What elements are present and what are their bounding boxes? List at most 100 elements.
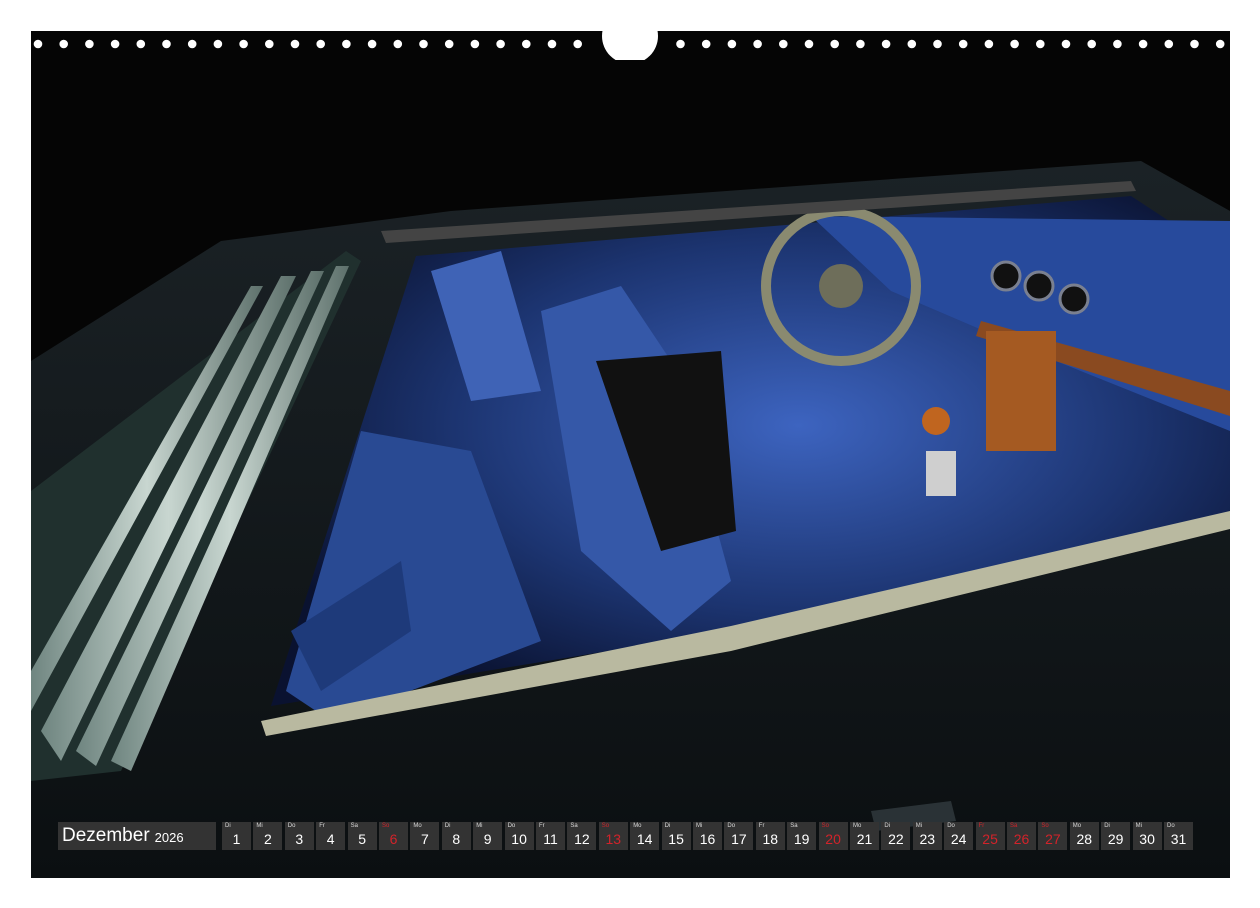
- day-cell: Di 22: [881, 822, 911, 850]
- weekday-label: Do: [947, 823, 955, 829]
- day-cell: Do 31: [1164, 822, 1193, 850]
- weekday-label: Fr: [539, 823, 545, 829]
- day-number: 29: [1107, 831, 1124, 847]
- day-cell: Sa 19: [787, 822, 817, 850]
- car-interior-photo: [31, 31, 1230, 878]
- weekday-label: Mo: [413, 823, 422, 829]
- day-number: 26: [1013, 831, 1030, 847]
- binding-hole: [753, 39, 762, 49]
- binding-hole: [1164, 39, 1174, 49]
- day-cell: Mo 28: [1069, 822, 1099, 850]
- day-cell: Mo 21: [850, 822, 879, 850]
- binding-hole: [547, 39, 557, 49]
- day-cell: Fr 25: [975, 822, 1005, 850]
- day-number: 22: [888, 831, 904, 847]
- day-number: 30: [1139, 831, 1155, 847]
- day-number: 1: [232, 831, 241, 847]
- weekday-label: Fr: [319, 823, 325, 829]
- year: 2026: [154, 830, 184, 845]
- day-number: 11: [543, 831, 558, 847]
- binding-hole: [239, 39, 248, 49]
- weekday-label: Sa: [570, 823, 578, 829]
- day-number: 25: [982, 831, 998, 847]
- weekday-label: Do: [507, 823, 516, 829]
- day-cell: Fr 11: [536, 822, 565, 850]
- day-cell: Mo 7: [410, 822, 440, 850]
- day-cell: Mi 23: [912, 822, 942, 850]
- binding-hole: [701, 39, 711, 49]
- binding-hole: [984, 39, 994, 49]
- binding-hole: [1190, 39, 1199, 49]
- day-cell: Fr 4: [316, 822, 346, 850]
- binding-hole: [1010, 39, 1019, 49]
- day-number: 17: [731, 831, 747, 847]
- day-number: 13: [605, 831, 622, 847]
- weekday-label: Sa: [350, 823, 358, 829]
- binding-hole: [1087, 39, 1096, 49]
- month-name: Dezember: [62, 825, 150, 846]
- weekday-label: Mo: [853, 823, 862, 829]
- day-cell: Sa 5: [347, 822, 377, 850]
- day-cell: Mo 14: [630, 822, 660, 850]
- day-number: 15: [668, 831, 684, 847]
- binding-hole: [1036, 39, 1045, 49]
- weekday-label: Di: [664, 823, 671, 829]
- weekday-label: Mi: [256, 823, 263, 829]
- day-cell: So 6: [379, 822, 408, 850]
- day-cell: Di 29: [1101, 822, 1131, 850]
- day-number: 20: [825, 831, 841, 847]
- weekday-label: Mi: [476, 823, 483, 829]
- month-label: Dezember 2026: [58, 822, 216, 850]
- day-cell: Mi 9: [473, 822, 503, 850]
- day-number: 31: [1170, 831, 1187, 847]
- gear-knob: [922, 407, 950, 435]
- hanger-notch: [602, 8, 658, 60]
- day-number: 5: [358, 831, 366, 847]
- day-number: 27: [1045, 831, 1061, 847]
- day-number: 9: [483, 831, 492, 847]
- binding-hole: [470, 39, 480, 49]
- day-cell: Do 10: [504, 822, 534, 850]
- binding-hole: [85, 39, 94, 49]
- day-cell: Sa 12: [567, 822, 597, 850]
- day-cell: So 20: [818, 822, 848, 850]
- weekday-label: So: [821, 823, 829, 829]
- binding-hole: [187, 39, 197, 49]
- binding-hole: [573, 39, 582, 49]
- binding-hole: [676, 39, 685, 49]
- weekday-label: Mo: [633, 823, 642, 829]
- day-cell: Do 3: [284, 822, 314, 850]
- calendar-page: Dezember 2026 Di 1 Mi 2 Do 3 Fr 4 Sa 5 So 6 Mo 7 Di 8 Mi…: [0, 0, 1260, 908]
- day-cell: Mi 16: [693, 822, 722, 850]
- calendar-bar: Dezember 2026 Di 1 Mi 2 Do 3 Fr 4 Sa 5 So 6 Mo 7 Di 8 Mi…: [58, 822, 1202, 850]
- binding-hole: [33, 39, 43, 49]
- weekday-label: So: [1041, 823, 1049, 829]
- day-cell: Do 24: [944, 822, 974, 850]
- day-cell: Sa 26: [1007, 822, 1036, 850]
- binding-hole: [496, 39, 505, 49]
- binding-hole: [1138, 39, 1148, 49]
- day-number: 7: [420, 831, 429, 847]
- binding-hole: [958, 39, 968, 49]
- day-number: 28: [1076, 831, 1093, 847]
- day-number: 3: [295, 831, 304, 847]
- weekday-label: Sa: [790, 823, 798, 829]
- binding-hole: [136, 39, 146, 49]
- binding-hole: [342, 39, 351, 49]
- binding-hole: [933, 39, 942, 49]
- weekday-label: So: [601, 823, 610, 829]
- binding-hole: [727, 39, 737, 49]
- weekday-label: Sa: [1010, 823, 1018, 829]
- day-number: 19: [793, 831, 810, 847]
- day-number: 4: [326, 831, 335, 847]
- binding-hole: [213, 39, 223, 49]
- binding-hole: [419, 39, 428, 49]
- day-cell: Fr 18: [755, 822, 785, 850]
- weekday-label: Mi: [915, 823, 923, 829]
- day-number: 23: [919, 831, 936, 847]
- binding-hole: [316, 39, 326, 49]
- weekday-label: Do: [287, 823, 296, 829]
- weekday-label: Fr: [978, 823, 985, 829]
- day-cell: Di 8: [441, 822, 471, 850]
- day-cell: Mi 30: [1132, 822, 1162, 850]
